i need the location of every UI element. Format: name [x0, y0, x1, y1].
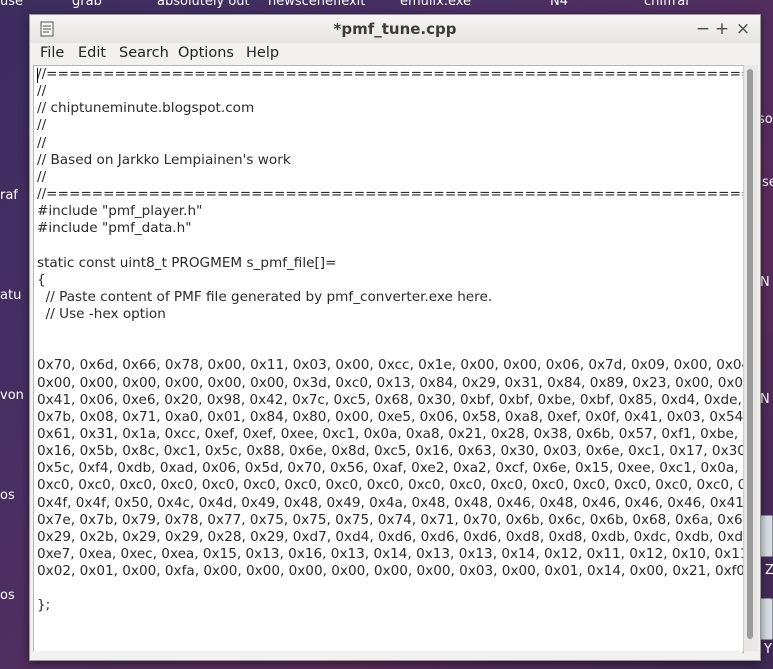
code-line: 0x7e, 0x7b, 0x79, 0x78, 0x77, 0x75, 0x75…	[37, 511, 744, 528]
code-line: 0x70, 0x6d, 0x66, 0x78, 0x00, 0x11, 0x03…	[37, 357, 744, 374]
desktop-icon-label[interactable]: se	[762, 175, 773, 190]
code-content: //======================================…	[37, 66, 744, 615]
menu-file[interactable]: File	[40, 45, 64, 61]
title-bar[interactable]: *pmf_tune.cpp − + ×	[30, 15, 760, 43]
desktop-icon-label[interactable]: N	[760, 392, 770, 407]
desktop-icon-label: grab	[72, 0, 102, 9]
code-line: 0x7b, 0x08, 0x71, 0xa0, 0x01, 0x84, 0x80…	[37, 408, 744, 425]
code-line: // Paste content of PMF file generated b…	[37, 288, 493, 305]
vertical-scrollbar[interactable]	[743, 65, 758, 651]
menu-options[interactable]: Options	[178, 45, 234, 61]
code-line: static const uint8_t PROGMEM s_pmf_file[…	[37, 254, 337, 271]
code-line: 0x16, 0x5b, 0x8c, 0xc1, 0x5c, 0x88, 0x6e…	[37, 443, 744, 460]
code-line: 0x41, 0x06, 0xe6, 0x20, 0x98, 0x42, 0x7c…	[37, 391, 744, 408]
desktop-file-icon[interactable]	[759, 515, 773, 557]
window-title: *pmf_tune.cpp	[333, 20, 457, 38]
desktop-icon-label[interactable]: os	[0, 588, 15, 603]
code-line: //	[37, 134, 47, 151]
code-line: #include "pmf_data.h"	[37, 220, 192, 237]
code-line: //	[37, 117, 47, 134]
horizontal-scrollbar[interactable]	[33, 651, 742, 659]
desktop-icon-label[interactable]: atu	[0, 288, 21, 303]
menu-bar: File Edit Search Options Help	[30, 43, 760, 65]
code-line: // Use -hex option	[37, 305, 166, 322]
desktop-icon-label: newsceneflexit	[268, 0, 366, 9]
code-line: {	[37, 271, 46, 288]
code-line: 0x4f, 0x4f, 0x50, 0x4c, 0x4d, 0x49, 0x48…	[37, 494, 744, 511]
code-line: };	[37, 597, 51, 614]
menu-help[interactable]: Help	[246, 45, 279, 61]
desktop-icon-label: chiffral	[644, 0, 689, 9]
code-line: //	[37, 168, 47, 185]
desktop-icon-label[interactable]: von	[0, 388, 24, 403]
desktop-icon-label[interactable]: raf	[0, 188, 18, 203]
minimize-button[interactable]: −	[694, 19, 712, 39]
desktop-icon-label: emulix.exe	[400, 0, 472, 9]
code-line: 0x00, 0x00, 0x00, 0x00, 0x00, 0x00, 0x3d…	[37, 374, 744, 391]
text-cursor	[37, 68, 38, 83]
code-line: //======================================…	[37, 185, 743, 202]
desktop-icon-label: use	[0, 0, 24, 9]
code-line: 0x61, 0x31, 0x1a, 0xcc, 0xef, 0xef, 0xee…	[37, 425, 744, 442]
code-line: 0xe7, 0xea, 0xec, 0xea, 0x15, 0x13, 0x16…	[37, 545, 744, 562]
desktop-top-labels: use grab absolutely out newsceneflexit e…	[0, 0, 773, 14]
desktop-icon-label[interactable]: Y	[764, 642, 772, 657]
desktop-icon-label[interactable]: N	[760, 275, 770, 290]
code-line: 0x5c, 0xf4, 0xdb, 0xad, 0x06, 0x5d, 0x70…	[37, 460, 744, 477]
desktop-icon-label[interactable]: Z	[765, 563, 773, 578]
code-line: #include "pmf_player.h"	[37, 203, 203, 220]
code-line: // Based on Jarkko Lempiainen's work	[37, 151, 291, 168]
menu-edit[interactable]: Edit	[78, 45, 106, 61]
code-line: // chiptuneminute.blogspot.com	[37, 100, 255, 117]
desktop-file-icon[interactable]	[759, 598, 773, 640]
code-line: //	[37, 83, 47, 100]
code-line: 0x29, 0x2b, 0x29, 0x29, 0x28, 0x29, 0xd7…	[37, 528, 744, 545]
maximize-button[interactable]: +	[713, 19, 731, 39]
desktop-icon-label: absolutely out	[157, 0, 250, 9]
close-button[interactable]: ×	[734, 19, 752, 39]
desktop-icon-label[interactable]: os	[0, 488, 15, 503]
editor-window: *pmf_tune.cpp − + × File Edit Search Opt…	[29, 14, 761, 661]
desktop-icon-label: N4	[550, 0, 568, 9]
code-line: 0x02, 0x01, 0x00, 0xfa, 0x00, 0x00, 0x00…	[37, 563, 744, 580]
code-line: 0xc0, 0xc0, 0xc0, 0xc0, 0xc0, 0xc0, 0xc0…	[37, 477, 744, 494]
menu-search[interactable]: Search	[119, 45, 169, 61]
scrollbar-thumb[interactable]	[747, 69, 753, 639]
code-line: //======================================…	[37, 66, 743, 82]
text-editor-area[interactable]: //======================================…	[33, 65, 744, 653]
